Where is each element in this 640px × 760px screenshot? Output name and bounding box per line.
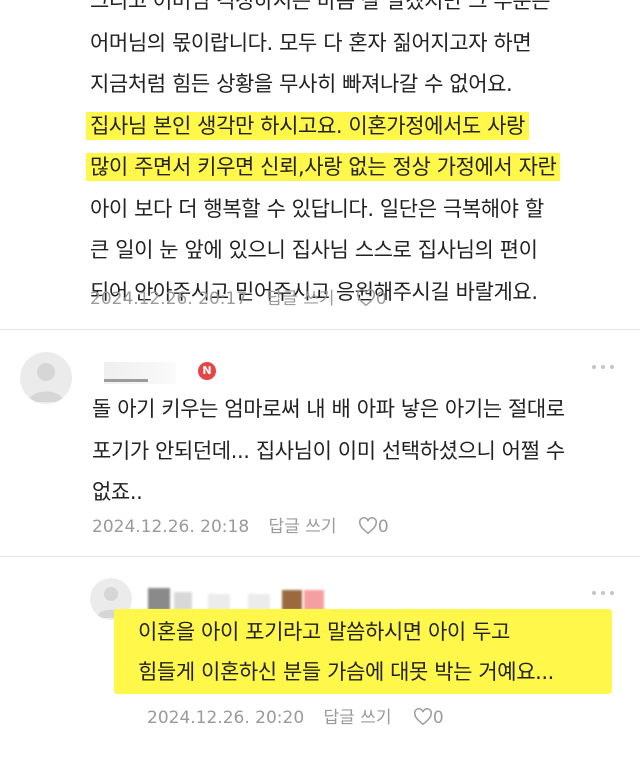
highlighted-line: 집사님 본인 생각만 하시고요. 이혼가정에서도 사랑 bbox=[86, 111, 529, 140]
timestamp: 2024.12.26. 20:20 bbox=[147, 708, 305, 728]
heart-outline-icon bbox=[357, 289, 375, 307]
like-button[interactable]: 0 bbox=[411, 708, 444, 728]
reply-button[interactable]: 답글 쓰기 bbox=[267, 289, 335, 309]
comment-line: 아이 보다 더 행복할 수 있답니다. 일단은 극복해야 할 bbox=[90, 196, 544, 221]
comment-line: 포기가 안되던데... 집사님이 이미 선택하셨으니 어쩔 수 bbox=[92, 438, 565, 463]
author-name[interactable] bbox=[104, 362, 176, 384]
author-name[interactable] bbox=[148, 588, 328, 610]
divider bbox=[0, 556, 640, 557]
like-count: 0 bbox=[432, 708, 444, 728]
timestamp: 2024.12.26. 20:18 bbox=[92, 517, 250, 537]
comment-2-body: 돌 아기 키우는 엄마로써 내 배 아파 낳은 아기는 절대로 포기가 안되던데… bbox=[92, 389, 565, 514]
reply-button[interactable]: 답글 쓰기 bbox=[269, 517, 337, 537]
comment-line: 이혼을 아이 포기라고 말씀하시면 아이 두고 bbox=[138, 620, 510, 644]
divider bbox=[0, 329, 640, 330]
timestamp: 2024.12.26. 20:17 bbox=[90, 289, 248, 309]
comment-3-meta: 2024.12.26. 20:20 답글 쓰기 0 bbox=[147, 703, 444, 728]
highlighted-reply: 이혼을 아이 포기라고 말씀하시면 아이 두고 힘들게 이혼하신 분들 가슴에 … bbox=[114, 609, 612, 694]
like-count: 0 bbox=[377, 517, 389, 537]
heart-outline-icon bbox=[414, 708, 432, 726]
comment-line: 그리고 어머님 걱정하시는 마음 잘 알겠지만 그 부분은 bbox=[90, 0, 551, 13]
comment-line: 어머님의 몫이랍니다. 모두 다 혼자 짊어지고자 하면 bbox=[90, 30, 532, 55]
comment-line: 돌 아기 키우는 엄마로써 내 배 아파 낳은 아기는 절대로 bbox=[92, 397, 565, 421]
default-avatar-icon[interactable] bbox=[20, 352, 72, 404]
like-button[interactable]: 0 bbox=[356, 517, 389, 537]
reply-button[interactable]: 답글 쓰기 bbox=[324, 708, 392, 728]
highlighted-line: 많이 주면서 키우면 신뢰,사랑 없는 정상 가정에서 자란 bbox=[86, 153, 561, 181]
comment-line: 힘들게 이혼하신 분들 가슴에 대못 박는 거예요... bbox=[138, 660, 554, 684]
comment-1: 그리고 어머님 걱정하시는 마음 잘 알겠지만 그 부분은 어머님의 몫이랍니다… bbox=[0, 0, 640, 328]
comment-3-body: 이혼을 아이 포기라고 말씀하시면 아이 두고 힘들게 이혼하신 분들 가슴에 … bbox=[138, 612, 554, 692]
comment-2-meta: 2024.12.26. 20:18 답글 쓰기 0 bbox=[92, 512, 389, 537]
comment-1-meta: 2024.12.26. 20:17 답글 쓰기 0 bbox=[90, 284, 387, 309]
comment-line: 없죠.. bbox=[92, 480, 143, 504]
like-count: 0 bbox=[375, 289, 387, 309]
new-badge-icon: N bbox=[198, 362, 216, 380]
heart-outline-icon bbox=[359, 517, 377, 535]
comment-1-body: 그리고 어머님 걱정하시는 마음 잘 알겠지만 그 부분은 어머님의 몫이랍니다… bbox=[86, 0, 561, 313]
comment-line: 지금처럼 힘든 상황을 무사히 빠져나갈 수 없어요. bbox=[90, 72, 513, 96]
like-button[interactable]: 0 bbox=[354, 289, 387, 309]
comment-line: 큰 일이 눈 앞에 있으니 집사님 스스로 집사님의 편이 bbox=[90, 238, 538, 262]
more-dots-icon[interactable] bbox=[590, 362, 620, 372]
more-dots-icon[interactable] bbox=[590, 588, 620, 598]
